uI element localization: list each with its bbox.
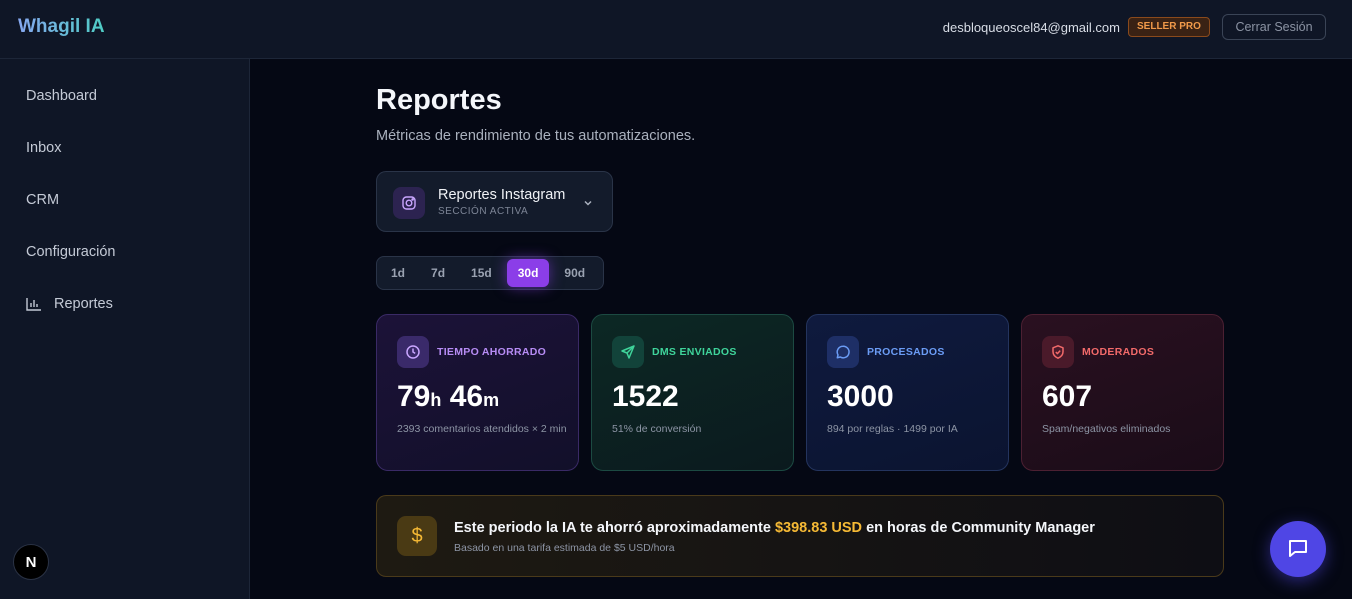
next-badge-icon[interactable]: N	[13, 544, 49, 580]
metric-card-time-saved: TIEMPO AHORRADO 79h 46m 2393 comentarios…	[376, 314, 579, 471]
metric-value: 3000	[827, 380, 894, 413]
sidebar-item-configuracion[interactable]: Configuración	[26, 244, 115, 260]
sidebar-item-dashboard[interactable]: Dashboard	[26, 88, 97, 104]
section-title: Reportes Instagram	[438, 187, 566, 203]
dollar-icon: $	[397, 516, 437, 556]
sidebar-item-crm[interactable]: CRM	[26, 192, 59, 208]
section-subtitle: SECCIÓN ACTIVA	[438, 206, 529, 217]
send-icon	[612, 336, 644, 368]
savings-banner: $ Este periodo la IA te ahorró aproximad…	[376, 495, 1224, 577]
metric-note: Spam/negativos eliminados	[1042, 423, 1171, 435]
period-7d[interactable]: 7d	[420, 259, 456, 287]
metric-card-processed: PROCESADOS 3000 894 por reglas · 1499 po…	[806, 314, 1009, 471]
metric-label: MODERADOS	[1082, 346, 1155, 358]
metric-value: 79h 46m	[397, 380, 500, 413]
metric-label: PROCESADOS	[867, 346, 945, 358]
chat-button[interactable]	[1270, 521, 1326, 577]
sidebar-item-label: Inbox	[26, 140, 62, 156]
sidebar-item-label: Reportes	[54, 296, 113, 312]
page-subtitle: Métricas de rendimiento de tus automatiz…	[376, 128, 696, 144]
metric-label: TIEMPO AHORRADO	[437, 346, 547, 358]
chat-icon	[1286, 536, 1310, 563]
savings-summary: Este periodo la IA te ahorró aproximadam…	[454, 520, 1095, 536]
logout-button[interactable]: Cerrar Sesión	[1222, 14, 1326, 40]
section-selector[interactable]: Reportes Instagram SECCIÓN ACTIVA	[376, 171, 613, 232]
period-30d[interactable]: 30d	[506, 259, 550, 287]
metric-card-moderated: MODERADOS 607 Spam/negativos eliminados	[1021, 314, 1224, 471]
plan-badge: SELLER PRO	[1128, 17, 1210, 37]
clock-icon	[397, 336, 429, 368]
savings-note: Basado en una tarifa estimada de $5 USD/…	[454, 542, 675, 554]
page-title: Reportes	[376, 84, 502, 116]
metric-value: 607	[1042, 380, 1093, 413]
metric-note: 2393 comentarios atendidos × 2 min	[397, 423, 567, 435]
chat-bubble-icon	[827, 336, 859, 368]
period-15d[interactable]: 15d	[460, 259, 503, 287]
brand-logo[interactable]: Whagil IA	[18, 16, 105, 38]
sidebar-item-inbox[interactable]: Inbox	[26, 140, 61, 156]
sidebar-item-label: CRM	[26, 192, 60, 208]
sidebar: Dashboard Inbox CRM Configuración Report…	[0, 59, 250, 599]
sidebar-item-reportes[interactable]: Reportes	[26, 296, 113, 312]
period-selector: 1d 7d 15d 30d 90d	[376, 256, 604, 290]
metric-note: 894 por reglas · 1499 por IA	[827, 423, 958, 435]
metric-value: 1522	[612, 380, 679, 413]
metric-card-dms-sent: DMS ENVIADOS 1522 51% de conversión	[591, 314, 794, 471]
savings-amount: $398.83 USD	[774, 520, 863, 536]
period-90d[interactable]: 90d	[553, 259, 596, 287]
user-email: desbloqueoscel84@gmail.com	[942, 20, 1120, 35]
metric-label: DMS ENVIADOS	[652, 346, 737, 358]
metric-note: 51% de conversión	[612, 423, 702, 435]
sidebar-item-label: Dashboard	[26, 88, 97, 104]
top-bar: Whagil IA desbloqueoscel84@gmail.com SEL…	[0, 0, 1352, 59]
chevron-down-icon	[582, 196, 594, 214]
shield-icon	[1042, 336, 1074, 368]
instagram-icon	[393, 187, 425, 219]
period-1d[interactable]: 1d	[380, 259, 416, 287]
sidebar-item-label: Configuración	[26, 244, 116, 260]
bar-chart-icon	[26, 297, 44, 311]
